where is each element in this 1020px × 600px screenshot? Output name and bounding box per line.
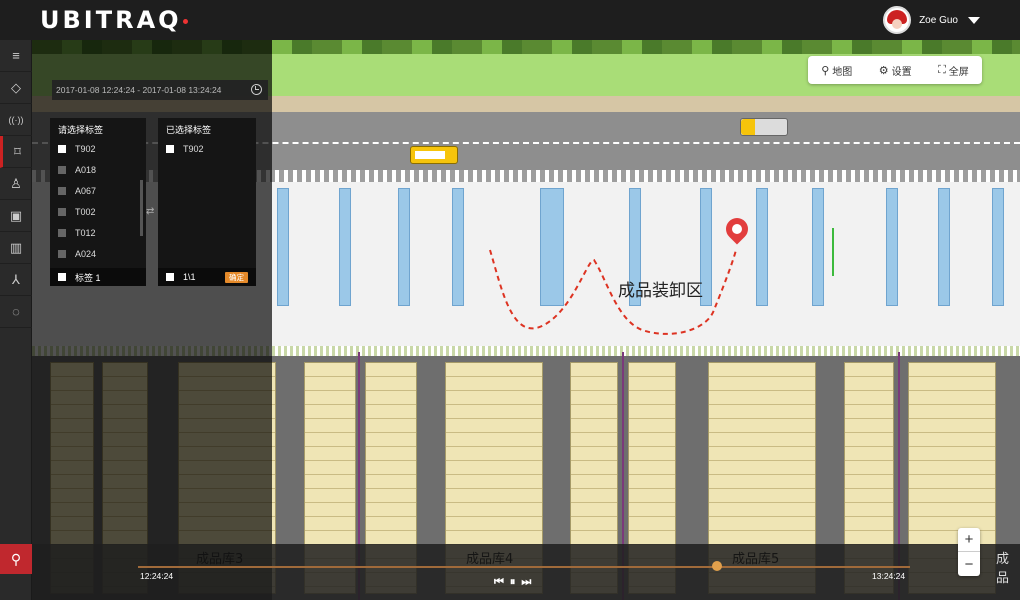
tag-icon[interactable]: ◇ bbox=[0, 72, 32, 104]
scrollbar[interactable] bbox=[140, 180, 143, 236]
available-tags-panel: 请选择标签 T902 A018 A067 T002 T012 A024 标签 1 bbox=[50, 118, 146, 286]
tag-item[interactable]: A067 bbox=[50, 180, 146, 201]
checkbox-icon[interactable] bbox=[58, 165, 66, 174]
checkbox-icon[interactable] bbox=[166, 144, 174, 153]
top-bar: UBITRAQ Zoe Guo bbox=[0, 0, 1020, 40]
selected-count: 1\1 确定 bbox=[158, 268, 256, 286]
confirm-button[interactable]: 确定 bbox=[225, 272, 248, 283]
tag-item[interactable]: T902 bbox=[50, 138, 146, 159]
route-icon[interactable]: ◌ bbox=[0, 296, 32, 328]
selected-tags-panel: 已选择标签 T902 1\1 确定 bbox=[158, 118, 256, 286]
logo: UBITRAQ bbox=[40, 6, 188, 34]
menu-icon[interactable]: ≡ bbox=[0, 40, 32, 72]
zone-label: 成品装卸区 bbox=[618, 281, 703, 301]
panel-title: 请选择标签 bbox=[58, 125, 104, 135]
fullscreen-button[interactable]: ⛶ 全屏 bbox=[938, 63, 969, 78]
timeline-track[interactable] bbox=[138, 566, 910, 568]
tag-item[interactable]: A024 bbox=[50, 243, 146, 264]
start-time: 12:24:24 bbox=[140, 571, 174, 581]
checkbox-icon[interactable] bbox=[166, 273, 174, 281]
previous-icon[interactable]: ⏮ bbox=[494, 576, 510, 588]
checkbox-icon[interactable] bbox=[58, 249, 66, 258]
timeline-handle[interactable] bbox=[712, 561, 722, 571]
map-button[interactable]: ⚲ 地图 bbox=[821, 63, 852, 78]
checkbox-icon[interactable] bbox=[58, 186, 66, 195]
checkbox-icon[interactable] bbox=[58, 144, 66, 153]
next-icon[interactable]: ⏭ bbox=[521, 576, 537, 588]
playback-bar: 成品库3 成品库4 成品库5 12:24:24 13:24:24 ⏮⏸⏭ bbox=[32, 544, 1020, 600]
swap-icon[interactable]: ⇄ bbox=[146, 206, 154, 217]
camera-icon[interactable]: ▣ bbox=[0, 200, 32, 232]
zoom-control: + − bbox=[958, 528, 980, 576]
clock-icon[interactable] bbox=[251, 84, 262, 95]
network-icon[interactable]: ⅄ bbox=[0, 264, 32, 296]
playback-controls[interactable]: ⏮⏸⏭ bbox=[494, 576, 537, 589]
end-time: 13:24:24 bbox=[872, 571, 906, 581]
sidebar: ≡ ◇ ((·)) ⌑ ♙ ▣ ▥ ⅄ ◌ ⚲ bbox=[0, 40, 32, 600]
warehouse-label: 成品库5 bbox=[732, 552, 780, 567]
map-toolbar: ⚲ 地图 ⚙ 设置 ⛶ 全屏 bbox=[808, 56, 982, 84]
pause-icon[interactable]: ⏸ bbox=[510, 576, 522, 588]
user-menu[interactable]: Zoe Guo bbox=[883, 6, 980, 34]
checkbox-icon[interactable] bbox=[58, 228, 66, 237]
warehouse-label: 成品 bbox=[996, 552, 1010, 586]
zoom-out-button[interactable]: − bbox=[958, 552, 980, 576]
caret-down-icon[interactable] bbox=[968, 16, 980, 24]
tag-item[interactable]: T902 bbox=[158, 138, 256, 159]
tag-item[interactable]: T002 bbox=[50, 201, 146, 222]
zoom-in-button[interactable]: + bbox=[958, 528, 980, 552]
people-icon[interactable]: ♙ bbox=[0, 168, 32, 200]
signal-icon[interactable]: ((·)) bbox=[0, 104, 32, 136]
gear-icon: ⚙ bbox=[878, 64, 889, 77]
search-icon[interactable]: ⚲ bbox=[0, 544, 32, 574]
area-icon[interactable]: ⌑ bbox=[0, 136, 32, 168]
checkbox-icon[interactable] bbox=[58, 207, 66, 216]
panel-title: 已选择标签 bbox=[166, 125, 212, 135]
location-icon: ⚲ bbox=[821, 64, 830, 77]
time-range-picker[interactable]: 2017-01-08 12:24:24 - 2017-01-08 13:24:2… bbox=[52, 80, 268, 100]
fullscreen-icon: ⛶ bbox=[938, 63, 946, 76]
gate-marker bbox=[832, 228, 834, 276]
tag-item[interactable]: T012 bbox=[50, 222, 146, 243]
user-name[interactable]: Zoe Guo bbox=[919, 15, 958, 26]
tag-item[interactable]: A018 bbox=[50, 159, 146, 180]
settings-button[interactable]: ⚙ 设置 bbox=[879, 63, 912, 78]
warehouse-label: 成品库4 bbox=[466, 552, 514, 567]
tag-filter-overlay: 2017-01-08 12:24:24 - 2017-01-08 13:24:2… bbox=[32, 40, 272, 600]
checkbox-icon[interactable] bbox=[58, 273, 66, 281]
chart-icon[interactable]: ▥ bbox=[0, 232, 32, 264]
avatar-icon[interactable] bbox=[883, 6, 912, 34]
select-all[interactable]: 标签 1 bbox=[50, 268, 146, 286]
warehouse-label: 成品库3 bbox=[196, 552, 244, 567]
